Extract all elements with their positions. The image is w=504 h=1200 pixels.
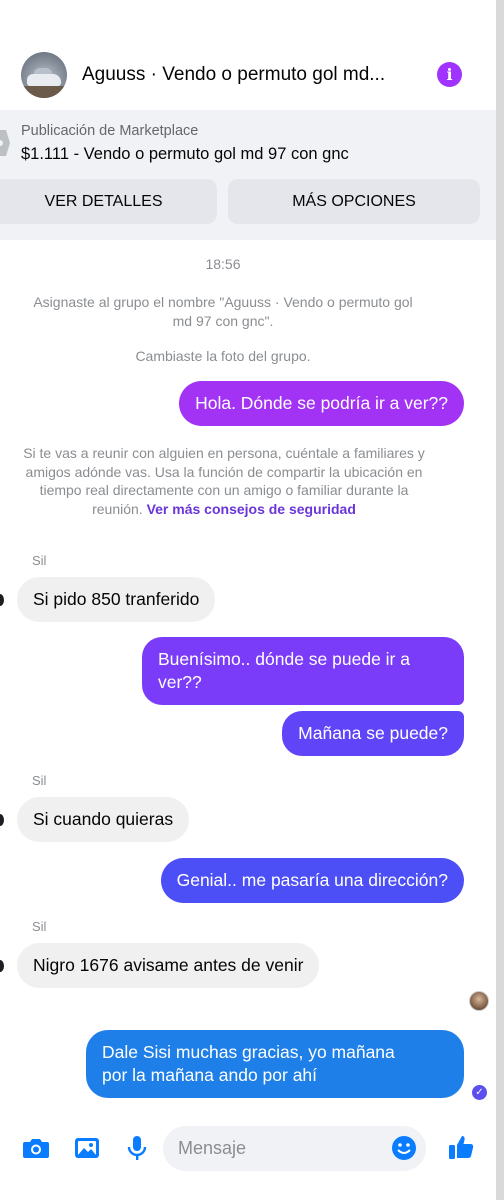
emoji-icon[interactable] — [389, 1133, 419, 1163]
chat-header: Aguuss · Vendo o permuto gol md... i — [0, 40, 496, 110]
gallery-icon[interactable] — [72, 1133, 102, 1163]
outgoing-message[interactable]: Mañana se puede? — [282, 711, 464, 756]
incoming-message[interactable]: Si pido 850 tranferido — [17, 577, 216, 622]
price-tag-icon — [0, 130, 10, 156]
system-message-rename: Asignaste al grupo el nombre "Aguuss · V… — [33, 294, 413, 329]
more-options-button[interactable]: MÁS OPCIONES — [228, 179, 480, 224]
outgoing-message[interactable]: Genial.. me pasaría una dirección? — [160, 858, 464, 903]
marketplace-label: Publicación de Marketplace — [21, 123, 199, 139]
thumbs-up-icon[interactable] — [446, 1132, 476, 1162]
info-icon[interactable]: i — [437, 62, 462, 87]
sender-name: Sil — [32, 553, 47, 568]
message-line: Buenísimo.. dónde se puede ir a — [158, 649, 410, 669]
sender-name: Sil — [32, 919, 47, 934]
marketplace-banner: Publicación de Marketplace $1.111 - Vend… — [0, 110, 496, 240]
safety-tips-link[interactable]: Ver más consejos de seguridad — [147, 501, 356, 517]
sender-avatar[interactable] — [0, 960, 4, 972]
incoming-message[interactable]: Si cuando quieras — [17, 797, 190, 842]
message-input[interactable] — [163, 1126, 426, 1171]
message-composer — [0, 1120, 496, 1180]
camera-icon[interactable] — [21, 1133, 51, 1163]
message-line: ver?? — [158, 672, 202, 692]
group-avatar[interactable] — [21, 52, 67, 98]
message-line: Dale Sisi muchas gracias, yo mañana — [102, 1042, 395, 1062]
delivered-check-icon: ✓ — [472, 1085, 487, 1100]
sender-name: Sil — [32, 773, 47, 788]
incoming-message[interactable]: Nigro 1676 avisame antes de venir — [17, 943, 320, 988]
chat-timestamp: 18:56 — [205, 256, 241, 272]
listing-title[interactable]: $1.111 - Vendo o permuto gol md 97 con g… — [21, 145, 349, 164]
outgoing-message[interactable]: Buenísimo.. dónde se puede ir a ver?? — [142, 637, 464, 705]
safety-notice: Si te vas a reunir con alguien en person… — [20, 444, 428, 518]
chat-title[interactable]: Aguuss · Vendo o permuto gol md... — [82, 64, 385, 86]
microphone-icon[interactable] — [122, 1133, 152, 1163]
sender-avatar[interactable] — [0, 814, 4, 826]
outgoing-message[interactable]: Dale Sisi muchas gracias, yo mañana por … — [86, 1030, 464, 1098]
outgoing-message[interactable]: Hola. Dónde se podría ir a ver?? — [179, 381, 464, 426]
screen-edge — [496, 0, 504, 1200]
sender-avatar[interactable] — [0, 594, 4, 606]
read-receipt-avatar — [469, 991, 489, 1011]
system-message-photo: Cambiaste la foto del grupo. — [135, 348, 311, 364]
view-details-button[interactable]: VER DETALLES — [0, 179, 217, 224]
message-line: por la mañana ando por ahí — [102, 1065, 318, 1085]
